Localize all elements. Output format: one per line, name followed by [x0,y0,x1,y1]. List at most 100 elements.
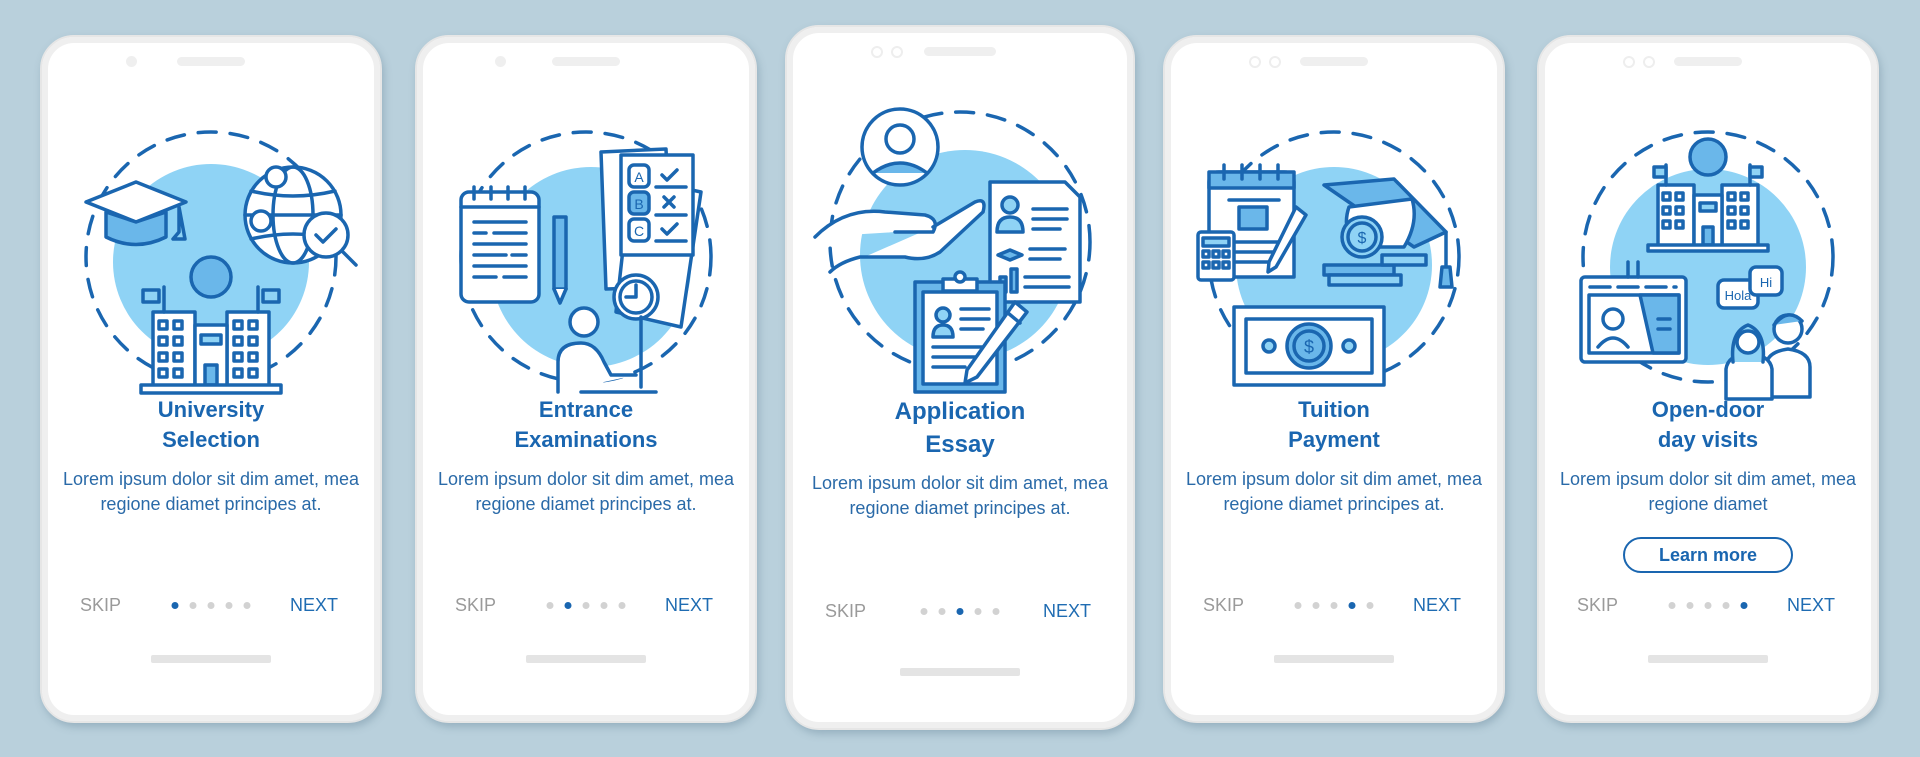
clipboard-icon [913,270,1007,394]
page-dot-1[interactable] [1294,602,1302,609]
page-dot-2[interactable] [938,608,946,615]
page-dot-1[interactable] [1668,602,1676,609]
hi-bubble-text: Hi [1760,275,1772,290]
page-dot-3[interactable] [582,602,590,609]
title-line-1: Application [894,398,1026,425]
screen-description: Lorem ipsum dolor sit dim amet, mea regi… [1559,469,1857,514]
skip-button[interactable]: SKIP [1577,595,1618,616]
onboarding-nav: SKIP NEXT [1539,595,1877,619]
page-dot-4[interactable] [600,602,608,609]
page-indicator [171,602,251,609]
page-dot-3[interactable] [207,602,215,609]
title-line-1: Entrance [538,397,634,422]
notepad-icon [459,185,541,304]
page-dot-1[interactable] [920,608,928,615]
camera-ring [1623,56,1635,68]
onboarding-nav: SKIP NEXT [42,595,380,619]
page-dot-2[interactable] [189,602,197,609]
globe-search-icon [243,165,358,267]
page-dot-4-active[interactable] [1348,602,1356,609]
next-button[interactable]: NEXT [1787,595,1835,616]
camera-dot [126,56,137,67]
title-line-2: Payment [1288,427,1380,452]
open-door-visits-icon: Hola Hi [1579,130,1835,401]
skip-button[interactable]: SKIP [455,595,496,616]
page-dot-4[interactable] [225,602,233,609]
title-line-1: University [157,397,265,422]
title-line-1: Open-door [1651,397,1765,422]
home-indicator [1648,655,1768,663]
next-button[interactable]: NEXT [290,595,338,616]
page-indicator [1668,602,1748,609]
speaker-grill [1300,57,1368,66]
onboarding-screen-application-essay: Application Essay Lorem ipsum dolor sit … [785,25,1135,730]
home-indicator [1274,655,1394,663]
speaker-grill [924,47,996,56]
pencil-icon [552,215,568,305]
page-dot-5-active[interactable] [1740,602,1748,609]
onboarding-nav: SKIP NEXT [787,601,1133,625]
university-selection-illustration [42,107,380,417]
screen-title: University Selection [42,395,380,455]
page-indicator [546,602,626,609]
page-dot-5[interactable] [243,602,251,609]
banknote-icon: $ [1232,305,1386,387]
page-dot-2-active[interactable] [564,602,572,609]
onboarding-nav: SKIP NEXT [1165,595,1503,619]
title-line-2: Essay [925,431,995,458]
skip-button[interactable]: SKIP [825,601,866,622]
page-dot-1-active[interactable] [171,602,179,609]
skip-button[interactable]: SKIP [80,595,121,616]
onboarding-screen-university-selection: University Selection Lorem ipsum dolor s… [40,35,382,723]
application-essay-icon [813,107,1092,394]
title-line-2: day visits [1657,427,1759,452]
speaker-grill [552,57,620,66]
university-building-icon [1646,137,1770,253]
screen-title: Tuition Payment [1165,395,1503,455]
home-indicator [900,668,1020,676]
screen-title: Open-door day visits [1539,395,1877,455]
page-indicator [1294,602,1374,609]
learn-more-button[interactable]: Learn more [1623,537,1793,573]
page-dot-2[interactable] [1686,602,1694,609]
screen-title: Application Essay [787,395,1133,461]
entrance-exam-icon: A B C [459,130,713,394]
tuition-payment-illustration: $ $ [1165,107,1503,417]
id-badge-icon [1579,260,1688,364]
page-dot-3-active[interactable] [956,608,964,615]
page-dot-3[interactable] [1704,602,1712,609]
page-dot-4[interactable] [974,608,982,615]
screen-description: Lorem ipsum dolor sit dim amet, mea regi… [437,469,735,514]
clock-icon [612,273,660,321]
tuition-payment-icon: $ $ [1196,130,1461,387]
page-dot-2[interactable] [1312,602,1320,609]
dollar-sign: $ [1358,230,1367,247]
screen-title: Entrance Examinations [417,395,755,455]
page-dot-3[interactable] [1330,602,1338,609]
onboarding-nav: SKIP NEXT [417,595,755,619]
screen-description: Lorem ipsum dolor sit dim amet, mea regi… [1185,469,1483,514]
sensor-ring [1269,56,1281,68]
page-dot-1[interactable] [546,602,554,609]
page-dot-5[interactable] [992,608,1000,615]
calculator-icon [1196,230,1236,282]
next-button[interactable]: NEXT [665,595,713,616]
page-dot-4[interactable] [1722,602,1730,609]
sensor-ring [891,46,903,58]
page-indicator [920,608,1000,615]
option-a: A [634,169,644,185]
camera-ring [871,46,883,58]
option-c: C [634,223,644,239]
page-dot-5[interactable] [1366,602,1374,609]
next-button[interactable]: NEXT [1413,595,1461,616]
camera-ring [1249,56,1261,68]
sensor-ring [1643,56,1655,68]
skip-button[interactable]: SKIP [1203,595,1244,616]
speaker-grill [1674,57,1742,66]
onboarding-screen-tuition-payment: $ $ Tuition Payment Lorem ipsum dolor si… [1163,35,1505,723]
page-dot-5[interactable] [618,602,626,609]
next-button[interactable]: NEXT [1043,601,1091,622]
home-indicator [151,655,271,663]
option-b: B [634,196,643,212]
onboarding-screen-open-door-day-visits: Hola Hi Open-door day visits Lorem ipsum… [1537,35,1879,723]
